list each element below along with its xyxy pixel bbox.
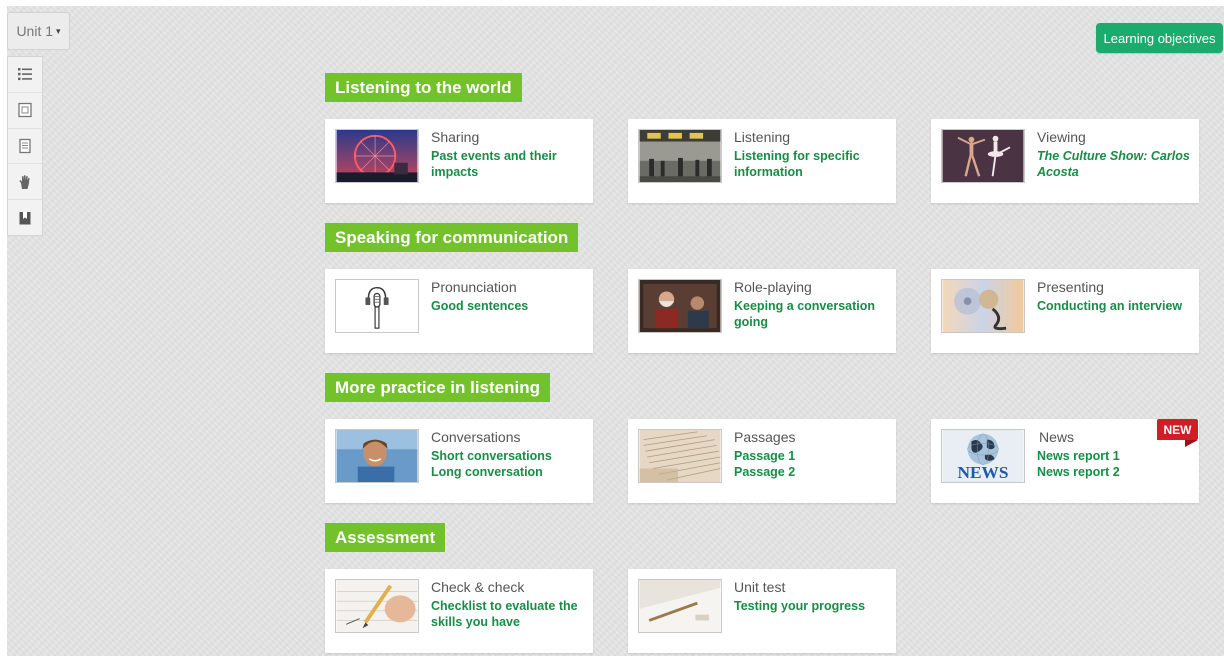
card-link[interactable]: Short conversations <box>431 448 586 464</box>
student-thumbnail <box>335 429 419 483</box>
card-title: Viewing <box>1037 129 1086 145</box>
card-role-playing[interactable]: Role-playing Keeping a conversation goin… <box>628 269 896 353</box>
bookmark-button[interactable] <box>8 200 42 235</box>
conversation-thumbnail <box>638 279 722 333</box>
card-link[interactable]: Checklist to evaluate the skills you hav… <box>431 598 586 630</box>
document-button[interactable] <box>8 129 42 165</box>
unit-dropdown-label: Unit 1 <box>16 23 54 39</box>
card-link[interactable]: News report 2 <box>1037 464 1192 480</box>
card-listening[interactable]: Listening Listening for specific informa… <box>628 119 896 203</box>
film-reel-thumbnail <box>941 279 1025 333</box>
card-link[interactable]: Passage 2 <box>734 464 889 480</box>
card-presenting[interactable]: Presenting Conducting an interview <box>931 269 1199 353</box>
side-toolbar <box>7 56 43 236</box>
section-header-speaking: Speaking for communication <box>325 223 579 252</box>
card-link[interactable]: The Culture Show: Carlos Acosta <box>1037 148 1192 180</box>
card-title: Sharing <box>431 129 480 145</box>
document-icon <box>17 138 33 154</box>
hand-tool-button[interactable] <box>8 164 42 201</box>
list-icon <box>17 66 33 82</box>
card-title: Unit test <box>734 579 786 595</box>
card-title: Pronunciation <box>431 279 517 295</box>
card-pronunciation[interactable]: Pronunciation Good sentences <box>325 269 593 353</box>
card-link[interactable]: Long conversation <box>431 464 586 480</box>
bookmark-icon <box>17 210 33 226</box>
card-title: Listening <box>734 129 791 145</box>
card-link[interactable]: Past events and their impacts <box>431 148 586 180</box>
section-header-assessment: Assessment <box>325 523 446 552</box>
news-globe-thumbnail: NEWS <box>941 429 1025 483</box>
card-link[interactable]: Conducting an interview <box>1037 298 1192 314</box>
station-thumbnail <box>638 129 722 183</box>
london-eye-thumbnail <box>335 129 419 183</box>
window-top-edge <box>0 0 1224 6</box>
card-link[interactable]: Passage 1 <box>734 448 889 464</box>
card-check-and-check[interactable]: Check & check Checklist to evaluate the … <box>325 569 593 653</box>
card-title: Presenting <box>1037 279 1104 295</box>
card-conversations[interactable]: Conversations Short conversations Long c… <box>325 419 593 503</box>
notebook-icon <box>17 102 33 118</box>
card-title: Passages <box>734 429 796 445</box>
notebook-button[interactable] <box>8 93 42 129</box>
section-header-listening: Listening to the world <box>325 73 522 102</box>
section-header-more-practice: More practice in listening <box>325 373 550 402</box>
card-link[interactable]: News report 1 <box>1037 448 1192 464</box>
card-passages[interactable]: Passages Passage 1 Passage 2 <box>628 419 896 503</box>
list-button[interactable] <box>8 57 42 93</box>
card-link[interactable]: Keeping a conversation going <box>734 298 889 330</box>
window-left-edge <box>0 0 7 656</box>
new-badge: NEW <box>1157 419 1198 447</box>
card-title: Role-playing <box>734 279 812 295</box>
microphone-thumbnail <box>335 279 419 333</box>
unit-dropdown[interactable]: Unit 1 ▾ <box>7 12 70 50</box>
book-page-thumbnail <box>638 429 722 483</box>
card-unit-test[interactable]: Unit test Testing your progress <box>628 569 896 653</box>
chevron-down-icon: ▾ <box>56 25 61 36</box>
card-title: Conversations <box>431 429 521 445</box>
card-sharing[interactable]: Sharing Past events and their impacts <box>325 119 593 203</box>
card-title: Check & check <box>431 579 525 595</box>
test-paper-thumbnail <box>638 579 722 633</box>
card-link[interactable]: Listening for specific information <box>734 148 889 180</box>
card-title: News <box>1039 429 1075 445</box>
card-link[interactable]: Good sentences <box>431 298 586 314</box>
svg-text:NEWS: NEWS <box>957 463 1008 482</box>
hand-icon <box>17 174 33 190</box>
card-viewing[interactable]: Viewing The Culture Show: Carlos Acosta <box>931 119 1199 203</box>
card-link[interactable]: Testing your progress <box>734 598 889 614</box>
ballet-thumbnail <box>941 129 1025 183</box>
learning-objectives-button[interactable]: Learning objectives <box>1096 23 1223 53</box>
pencil-form-thumbnail <box>335 579 419 633</box>
